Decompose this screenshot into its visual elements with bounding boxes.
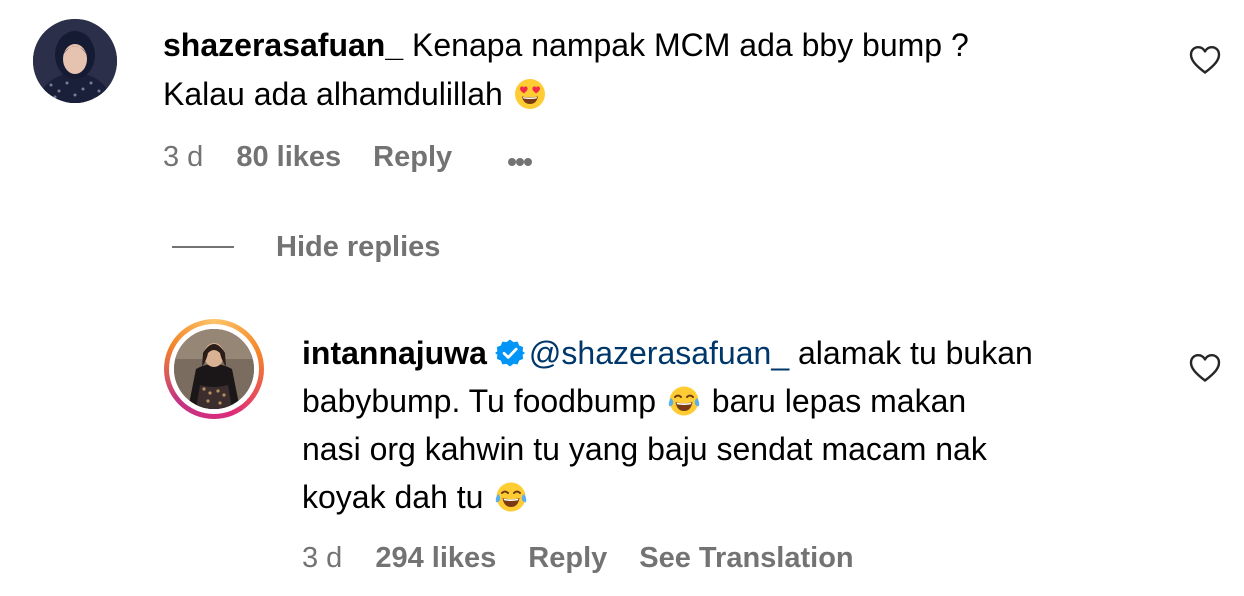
- replies-divider: [172, 246, 234, 248]
- heart-outline-icon[interactable]: [1189, 45, 1221, 75]
- comment-text-line2: Kalau ada alhamdulillah: [163, 76, 503, 112]
- avatar-story-ring[interactable]: [164, 319, 264, 419]
- reply-text-part1: alamak tu bukan: [789, 335, 1033, 371]
- comment-body: shazerasafuan_ Kenapa nampak MCM ada bby…: [163, 21, 1143, 69]
- reply-likes[interactable]: 294 likes: [375, 540, 496, 576]
- comment-text-line2-row: Kalau ada alhamdulillah: [163, 70, 548, 123]
- comment-time: 3 d: [163, 141, 204, 173]
- avatar[interactable]: [33, 19, 117, 103]
- more-dots-icon[interactable]: [508, 139, 533, 175]
- reply-line2: babybump. Tu foodbump baru lepas makan: [302, 377, 966, 430]
- reply-line4: koyak dah tu: [302, 473, 530, 526]
- profile-photo: [174, 329, 254, 409]
- comment-reply-button[interactable]: Reply: [373, 139, 452, 175]
- reply-line3: nasi org kahwin tu yang baju sendat maca…: [302, 425, 987, 473]
- reply-meta: 3 d 294 likes Reply See Translation: [302, 540, 854, 576]
- verified-badge-icon: [494, 333, 525, 367]
- reply-text-line3: nasi org kahwin tu yang baju sendat maca…: [302, 431, 987, 467]
- reply-text-line4: koyak dah tu: [302, 479, 484, 515]
- tears-of-joy-emoji-icon: [494, 478, 528, 526]
- tears-of-joy-emoji-icon: [667, 382, 701, 430]
- reply-text-line2b: baru lepas makan: [711, 383, 967, 419]
- reply-text-line2a: babybump. Tu foodbump: [302, 383, 657, 419]
- comment-username[interactable]: shazerasafuan_: [163, 27, 403, 63]
- comment-meta: 3 d 80 likes Reply: [163, 139, 533, 175]
- reply-mention-link[interactable]: @shazerasafuan_: [529, 335, 789, 371]
- comment-likes[interactable]: 80 likes: [236, 139, 341, 175]
- see-translation-button[interactable]: See Translation: [639, 540, 853, 576]
- heart-eyes-emoji-icon: [514, 75, 546, 123]
- avatar: [174, 329, 254, 409]
- reply-line1: intannajuwa @shazerasafuan_ alamak tu buk…: [302, 329, 1182, 377]
- comment-text-line1: Kenapa nampak MCM ada bby bump ?: [412, 27, 969, 63]
- hide-replies-button[interactable]: Hide replies: [276, 229, 440, 265]
- profile-photo: [33, 19, 117, 103]
- reply-username[interactable]: intannajuwa: [302, 335, 487, 371]
- reply-reply-button[interactable]: Reply: [528, 540, 607, 576]
- heart-outline-icon[interactable]: [1189, 353, 1221, 383]
- reply-time: 3 d: [302, 542, 343, 574]
